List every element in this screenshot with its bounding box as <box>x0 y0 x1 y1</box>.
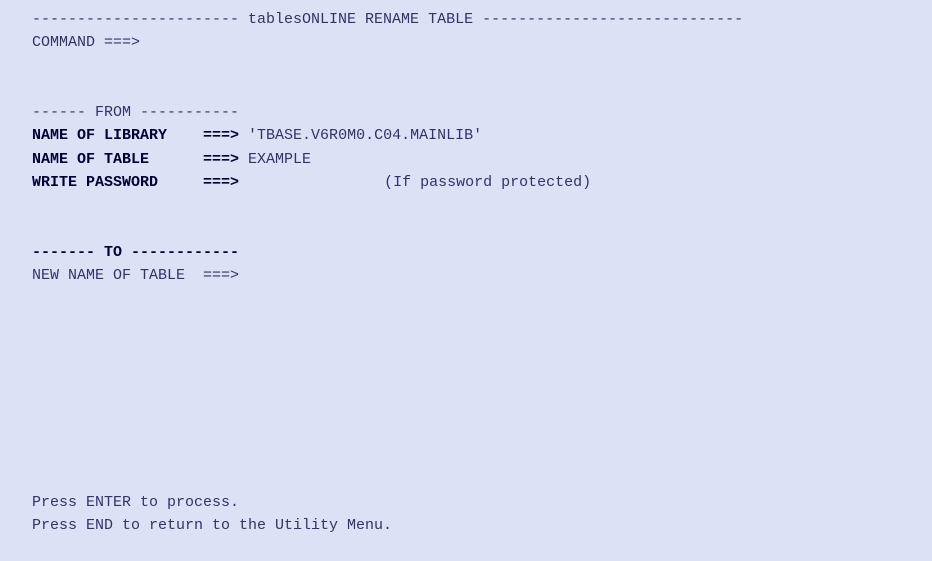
new-table-row: NEW NAME OF TABLE ===> <box>0 264 932 287</box>
from-section-divider: ------ FROM ----------- <box>0 101 932 124</box>
table-label: NAME OF TABLE ===> <box>32 151 239 168</box>
new-table-label: NEW NAME OF TABLE ===> <box>32 267 239 284</box>
library-label: NAME OF LIBRARY ===> <box>32 127 239 144</box>
end-hint: Press END to return to the Utility Menu. <box>0 514 392 537</box>
to-divider-right: ------------ <box>122 244 239 261</box>
to-divider-title: TO <box>104 244 122 261</box>
password-hint: (If password protected) <box>249 174 591 191</box>
library-input[interactable]: 'TBASE.V6R0M0.C04.MAINLIB' <box>239 124 482 147</box>
command-label: COMMAND ===> <box>32 34 140 51</box>
table-input[interactable]: EXAMPLE <box>239 148 311 171</box>
to-section-divider: ------- TO ------------ <box>0 241 932 264</box>
library-row: NAME OF LIBRARY ===> 'TBASE.V6R0M0.C04.M… <box>0 124 932 147</box>
panel-title: ----------------------- tablesONLINE REN… <box>0 8 932 31</box>
password-label: WRITE PASSWORD ===> <box>32 174 239 191</box>
password-row: WRITE PASSWORD ===> (If password protect… <box>0 171 932 194</box>
enter-hint: Press ENTER to process. <box>0 491 392 514</box>
table-row: NAME OF TABLE ===> EXAMPLE <box>0 148 932 171</box>
to-divider-left: ------- <box>32 244 104 261</box>
command-line[interactable]: COMMAND ===> <box>0 31 932 54</box>
